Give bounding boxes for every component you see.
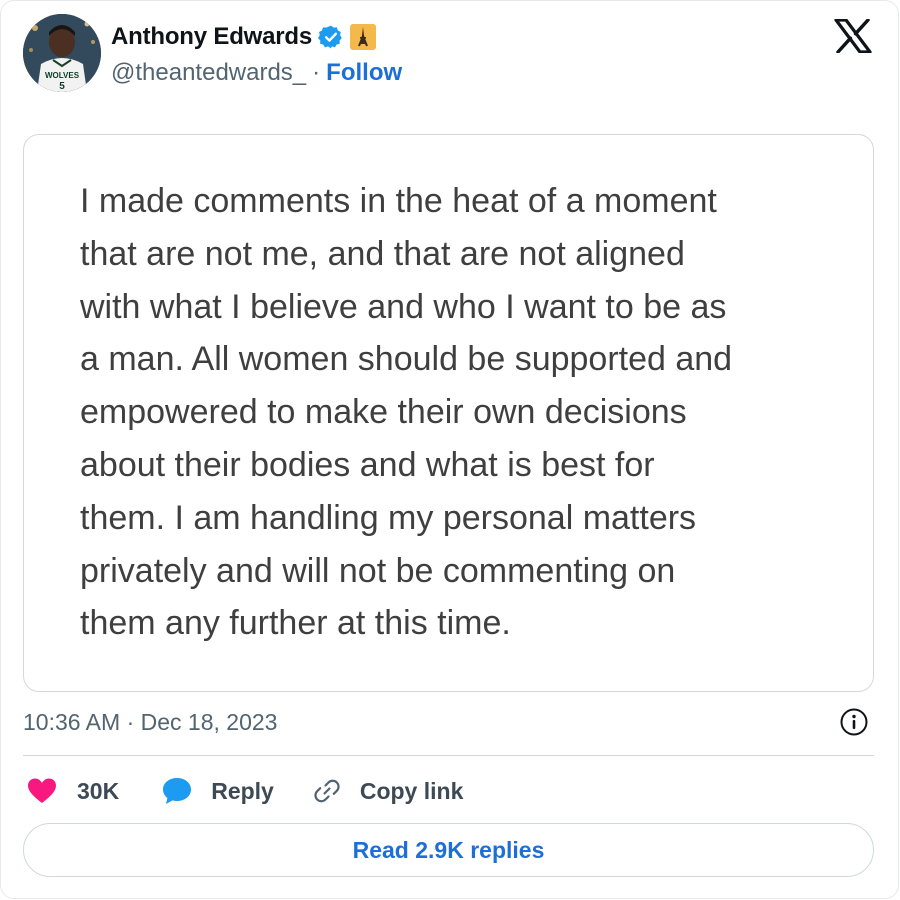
statement-line: empowered to make their own decisions xyxy=(80,393,687,432)
statement-text: I made comments in the heat of a moment … xyxy=(80,175,840,650)
read-replies-button[interactable]: Read 2.9K replies xyxy=(23,823,874,877)
statement-line: about their bodies and what is best for xyxy=(80,445,655,484)
divider xyxy=(23,755,874,756)
player-photo-icon: WOLVES 5 xyxy=(23,14,101,92)
tweet-card: WOLVES 5 Anthony Edwards @theantedwards_… xyxy=(0,0,899,899)
avatar-jersey-number: 5 xyxy=(59,81,65,92)
copy-link-label: Copy link xyxy=(359,777,464,804)
author-handle[interactable]: @theantedwards_ xyxy=(111,59,306,87)
copy-link-button[interactable]: Copy link xyxy=(312,776,464,806)
verified-badge-icon xyxy=(318,25,342,49)
avatar[interactable]: WOLVES 5 xyxy=(23,14,101,92)
tokyo-tower-emoji-icon xyxy=(350,24,377,50)
author-handle-row: @theantedwards_ · Follow xyxy=(111,59,402,87)
statement-line: that are not me, and that are not aligne… xyxy=(80,234,685,273)
speech-bubble-icon xyxy=(163,778,192,804)
avatar-jersey-text: WOLVES xyxy=(45,71,80,80)
like-button[interactable]: 30K xyxy=(27,777,119,805)
separator-dot: · xyxy=(312,59,321,86)
reply-button[interactable]: Reply xyxy=(161,776,274,806)
info-icon[interactable] xyxy=(839,707,869,737)
statement-line: a man. All women should be supported and xyxy=(80,340,733,379)
action-bar: 30K Reply Copy link xyxy=(23,771,463,811)
like-count: 30K xyxy=(77,777,120,804)
statement-line: them any further at this time. xyxy=(80,604,511,643)
statement-line: privately and will not be commenting on xyxy=(80,551,676,590)
tweet-timestamp[interactable]: 10:36 AM · Dec 18, 2023 xyxy=(23,709,277,736)
author-name-row: Anthony Edwards xyxy=(111,23,377,51)
statement-line: I made comments in the heat of a moment xyxy=(80,182,717,220)
statement-line: them. I am handling my personal matters xyxy=(80,498,697,537)
link-icon xyxy=(314,779,340,803)
x-logo-icon[interactable] xyxy=(834,19,872,53)
author-name[interactable]: Anthony Edwards xyxy=(111,23,312,51)
reply-label: Reply xyxy=(211,777,274,804)
statement-line: with what I believe and who I want to be… xyxy=(80,287,727,326)
follow-button[interactable]: Follow xyxy=(326,59,402,87)
heart-icon xyxy=(28,778,56,803)
statement-image[interactable]: I made comments in the heat of a moment … xyxy=(23,134,874,692)
